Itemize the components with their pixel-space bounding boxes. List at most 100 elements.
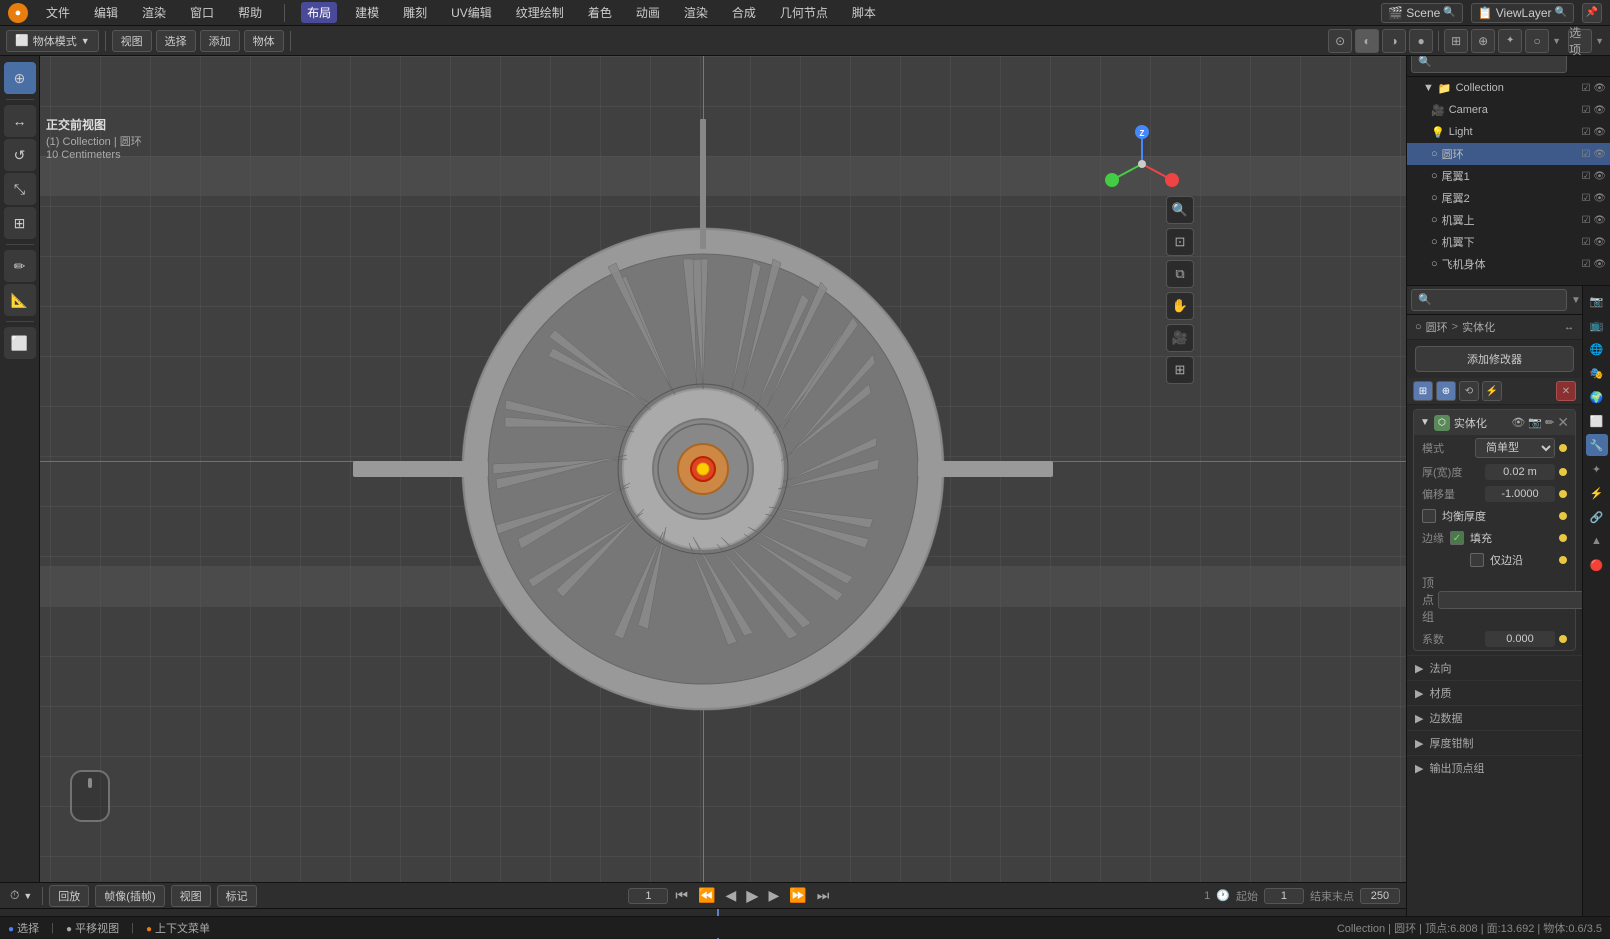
materials-section[interactable]: ▶ 材质 [1407, 680, 1582, 705]
tool-transform[interactable]: ⊞ [4, 207, 36, 239]
object-menu[interactable]: 物体 [244, 30, 284, 52]
edge-only-checkbox[interactable] [1470, 553, 1484, 567]
prev-keyframe-btn[interactable]: ⏪ [695, 887, 718, 904]
filter-physics-btn[interactable]: ⚡ [1482, 381, 1502, 401]
outliner-item-tailwing1[interactable]: ○ 尾翼1 ☑ 👁 [1407, 165, 1610, 187]
thickness-clamp-section[interactable]: ▶ 厚度钳制 [1407, 730, 1582, 755]
solidify-realtime-btn[interactable]: 👁 [1511, 416, 1525, 429]
menu-edit[interactable]: 编辑 [88, 2, 124, 23]
prop-pin-btn[interactable]: ▼ [1571, 295, 1581, 306]
timeline-view-btn[interactable]: 视图 [171, 885, 211, 907]
menu-layout[interactable]: 布局 [301, 2, 337, 23]
prop-icon-physics[interactable]: ⚡ [1586, 482, 1608, 504]
prop-icon-scene[interactable]: 🎭 [1586, 362, 1608, 384]
menu-window[interactable]: 窗口 [184, 2, 220, 23]
playback-btn[interactable]: 回放 [49, 885, 89, 907]
menu-uv[interactable]: UV编辑 [445, 2, 498, 23]
viewport-wireframe[interactable]: ⊙ [1328, 29, 1352, 53]
offset-value[interactable]: -1.0000 [1485, 486, 1555, 502]
options-toggle[interactable]: 选项 [1568, 29, 1592, 53]
viewport-rendered[interactable]: ● [1409, 29, 1433, 53]
prop-icon-data[interactable]: ▲ [1586, 530, 1608, 552]
mode-selector[interactable]: ⬜ 物体模式 ▼ [6, 30, 99, 52]
next-keyframe-btn[interactable]: ⏩ [786, 887, 809, 904]
solidify-render-btn[interactable]: 📷 [1528, 416, 1542, 429]
outliner-item-wing-top[interactable]: ○ 机翼上 ☑ 👁 [1407, 209, 1610, 231]
viewlayer-selector[interactable]: 📋 ViewLayer 🔍 [1471, 3, 1574, 23]
mode-dropdown[interactable]: 简单型 复杂偏移 [1475, 438, 1555, 458]
proportional-edit[interactable]: ○ [1525, 29, 1549, 53]
prop-icon-object[interactable]: ⬜ [1586, 410, 1608, 432]
menu-modeling[interactable]: 建模 [349, 2, 385, 23]
camera-view-btn[interactable]: 🎥 [1166, 324, 1194, 352]
output-vtxgroup-section[interactable]: ▶ 输出顶点组 [1407, 755, 1582, 780]
play-btn[interactable]: ▶ [743, 886, 761, 906]
even-thickness-checkbox[interactable] [1422, 509, 1436, 523]
snap-toggle[interactable]: ✦ [1498, 29, 1522, 53]
toggle-perspective-btn[interactable]: ⧉ [1166, 260, 1194, 288]
solidify-edit-btn[interactable]: ✏ [1545, 416, 1554, 429]
menu-shading[interactable]: 着色 [582, 2, 618, 23]
filter-generate-btn[interactable]: ⊕ [1436, 381, 1456, 401]
menu-animation[interactable]: 动画 [630, 2, 666, 23]
prop-icon-particles[interactable]: ✦ [1586, 458, 1608, 480]
outliner-item-light[interactable]: 💡 Light ☑ 👁 [1407, 121, 1610, 143]
frame-current-input[interactable] [628, 888, 668, 904]
prop-bc-expand-btn[interactable]: ↔ [1564, 322, 1574, 333]
edge-data-section[interactable]: ▶ 边数据 [1407, 705, 1582, 730]
prop-icon-material[interactable]: 🔴 [1586, 554, 1608, 576]
menu-help[interactable]: 帮助 [232, 2, 268, 23]
marker-btn[interactable]: 标记 [217, 885, 257, 907]
toggle-quad-view-btn[interactable]: ⊞ [1166, 356, 1194, 384]
solidify-close-btn[interactable]: ✕ [1557, 414, 1569, 431]
filter-deform-btn[interactable]: ⟲ [1459, 381, 1479, 401]
menu-scripting[interactable]: 脚本 [846, 2, 882, 23]
timeline-editor-type[interactable]: ⏱ ▼ [6, 886, 36, 905]
zoom-in-btn[interactable]: 🔍 [1166, 196, 1194, 224]
scene-selector[interactable]: 🎬 Scene 🔍 [1381, 3, 1462, 23]
viewport-material[interactable]: ◑ [1382, 29, 1406, 53]
menu-sculpt[interactable]: 雕刻 [397, 2, 433, 23]
outliner-item-collection[interactable]: ▼ 📁 Collection ☑ 👁 [1407, 77, 1610, 99]
normals-section[interactable]: ▶ 法向 [1407, 655, 1582, 680]
jump-start-btn[interactable]: ⏮ [672, 887, 691, 904]
pin-button[interactable]: 📌 [1582, 3, 1602, 23]
menu-render[interactable]: 渲染 [678, 2, 714, 23]
step-forward-btn[interactable]: ▶ [766, 887, 783, 904]
view-menu[interactable]: 视图 [112, 30, 152, 52]
add-modifier-button[interactable]: 添加修改器 [1415, 346, 1574, 372]
prop-icon-world[interactable]: 🌍 [1586, 386, 1608, 408]
fill-checkbox[interactable]: ✓ [1450, 531, 1464, 545]
menu-compositing[interactable]: 合成 [726, 2, 762, 23]
start-frame-input[interactable] [1264, 888, 1304, 904]
add-menu[interactable]: 添加 [200, 30, 240, 52]
proportional-dropdown[interactable]: ▼ [1552, 36, 1561, 46]
jump-end-btn[interactable]: ⏭ [814, 887, 833, 904]
outliner-item-fuselage[interactable]: ○ 飞机身体 ☑ 👁 [1407, 253, 1610, 275]
prop-icon-view[interactable]: 🌐 [1586, 338, 1608, 360]
prop-icon-modifier[interactable]: 🔧 [1586, 434, 1608, 456]
thickness-value[interactable]: 0.02 m [1485, 464, 1555, 480]
vtxgroup-input[interactable] [1438, 591, 1582, 609]
viewport[interactable]: /* blades generated below */ [0, 56, 1406, 882]
viewport-solid[interactable]: ◐ [1355, 29, 1379, 53]
options-chevron[interactable]: ▼ [1595, 36, 1604, 46]
tool-cursor[interactable]: ⊕ [4, 62, 36, 94]
menu-render-top[interactable]: 渲染 [136, 2, 172, 23]
outliner-item-tailwing2[interactable]: ○ 尾翼2 ☑ 👁 [1407, 187, 1610, 209]
prop-icon-constraints[interactable]: 🔗 [1586, 506, 1608, 528]
menu-file[interactable]: 文件 [40, 2, 76, 23]
keying-btn[interactable]: 帧像(插帧) [95, 885, 164, 907]
tool-add-cube[interactable]: ⬜ [4, 327, 36, 359]
step-back-btn[interactable]: ◀ [722, 887, 739, 904]
tool-scale[interactable]: ⤡ [4, 173, 36, 205]
overlay-toggle[interactable]: ⊞ [1444, 29, 1468, 53]
tool-rotate[interactable]: ↺ [4, 139, 36, 171]
menu-geometry-nodes[interactable]: 几何节点 [774, 2, 834, 23]
gizmo-toggle[interactable]: ⊕ [1471, 29, 1495, 53]
outliner-item-torus[interactable]: ○ 圆环 ☑ 👁 [1407, 143, 1610, 165]
factor-value[interactable]: 0.000 [1485, 631, 1555, 647]
prop-search-input[interactable] [1411, 289, 1567, 311]
outliner-item-wing-bottom[interactable]: ○ 机翼下 ☑ 👁 [1407, 231, 1610, 253]
tool-move[interactable]: ↔ [4, 105, 36, 137]
